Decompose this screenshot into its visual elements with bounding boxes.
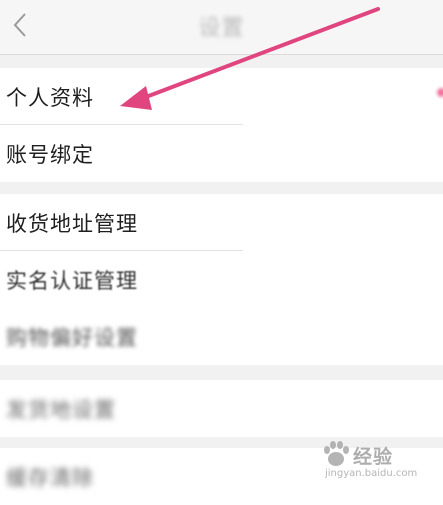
settings-item-profile[interactable]: 个人资料 <box>0 68 443 125</box>
watermark-url: jingyan.baidu.com <box>325 468 418 479</box>
settings-item-shopping-preference[interactable]: 购物偏好设置 <box>0 308 443 365</box>
settings-item-real-name[interactable]: 实名认证管理 <box>0 251 443 308</box>
settings-item-shipping[interactable]: 发货地设置 <box>0 380 443 437</box>
settings-item-label: 缓存清除 <box>6 465 94 490</box>
settings-item-label: 购物偏好设置 <box>6 325 138 350</box>
watermark: 经验 jingyan.baidu.com <box>317 438 437 484</box>
account-section: 个人资料 账号绑定 <box>0 68 443 182</box>
paw-logo-icon <box>324 441 349 466</box>
settings-item-address[interactable]: 收货地址管理 <box>0 194 443 251</box>
settings-item-label: 发货地设置 <box>6 397 116 422</box>
notification-dot <box>437 88 443 97</box>
watermark-text: 经验 <box>353 446 394 468</box>
page-title: 设置 <box>198 16 245 41</box>
nav-bar: 设置 <box>0 0 443 55</box>
settings-item-label: 收货地址管理 <box>6 211 138 236</box>
settings-item-account-binding[interactable]: 账号绑定 <box>0 125 443 182</box>
settings-item-label: 实名认证管理 <box>6 268 138 293</box>
shipping-section: 发货地设置 <box>0 380 443 437</box>
settings-item-label: 账号绑定 <box>6 142 94 167</box>
management-section: 收货地址管理 实名认证管理 购物偏好设置 <box>0 194 443 365</box>
settings-item-label: 个人资料 <box>6 85 94 110</box>
